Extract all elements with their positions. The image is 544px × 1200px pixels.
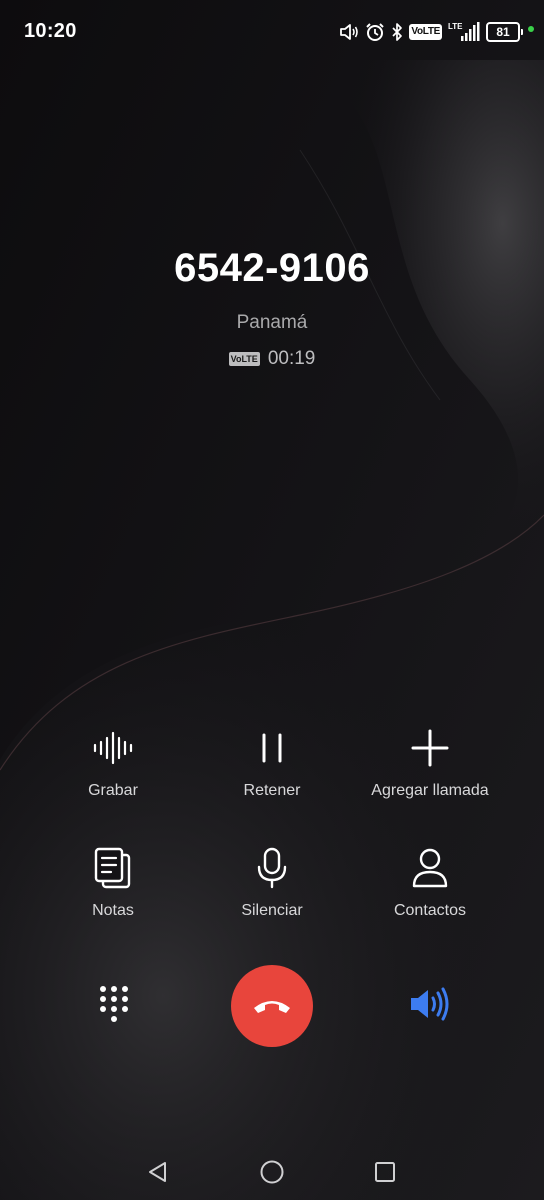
contacts-label: Contactos <box>393 902 467 919</box>
plus-icon <box>411 729 449 767</box>
add-call-button[interactable]: Agregar llamada <box>340 728 520 808</box>
status-bar: 10:20 VoLTE LTE 81 <box>0 0 544 64</box>
notes-label: Notas <box>92 902 134 919</box>
recents-icon <box>375 1162 395 1182</box>
record-waveform-icon <box>93 731 133 765</box>
navigation-bar <box>0 1140 544 1200</box>
speaker-volume-icon <box>340 24 359 40</box>
notes-button[interactable]: Notas <box>23 847 203 928</box>
caller-location: Panamá <box>236 312 308 333</box>
call-status: VoLTE 00:19 <box>0 348 544 370</box>
nav-back-button[interactable] <box>138 1152 178 1192</box>
hang-up-icon <box>254 1001 290 1013</box>
battery-icon: 81 <box>486 22 523 42</box>
nav-home-button[interactable] <box>252 1152 292 1192</box>
lte-label: LTE <box>448 22 463 31</box>
add-call-label: Agregar llamada <box>371 782 489 799</box>
end-call-button[interactable] <box>231 965 313 1047</box>
caller-number: 6542-9106 <box>174 246 370 290</box>
status-time: 10:20 <box>24 20 77 42</box>
call-duration: 00:19 <box>267 348 316 369</box>
speaker-icon <box>411 987 449 1021</box>
hold-label: Retener <box>243 782 301 799</box>
charging-indicator <box>528 26 534 32</box>
microphone-icon <box>257 847 287 889</box>
home-icon <box>260 1160 284 1184</box>
alarm-icon <box>366 23 385 41</box>
volte-icon: VoLTE <box>409 24 442 40</box>
contact-person-icon <box>412 848 448 888</box>
pause-icon <box>262 733 282 763</box>
dialpad-icon <box>100 986 128 1022</box>
dialpad-button[interactable] <box>86 976 142 1032</box>
back-icon <box>149 1162 166 1182</box>
speaker-button[interactable] <box>402 976 458 1032</box>
mute-label: Silenciar <box>241 902 303 919</box>
volte-badge: VoLTE <box>228 352 260 366</box>
status-icons: VoLTE LTE 81 <box>339 20 534 44</box>
notes-icon <box>94 847 131 889</box>
contacts-button[interactable]: Contactos <box>340 848 520 928</box>
bluetooth-icon <box>392 23 403 41</box>
record-button[interactable]: Grabar <box>23 728 203 808</box>
hold-button[interactable]: Retener <box>182 728 362 808</box>
record-label: Grabar <box>88 782 138 799</box>
lte-signal-icon: LTE <box>448 22 480 41</box>
nav-recents-button[interactable] <box>365 1152 405 1192</box>
mute-button[interactable]: Silenciar <box>182 847 362 928</box>
